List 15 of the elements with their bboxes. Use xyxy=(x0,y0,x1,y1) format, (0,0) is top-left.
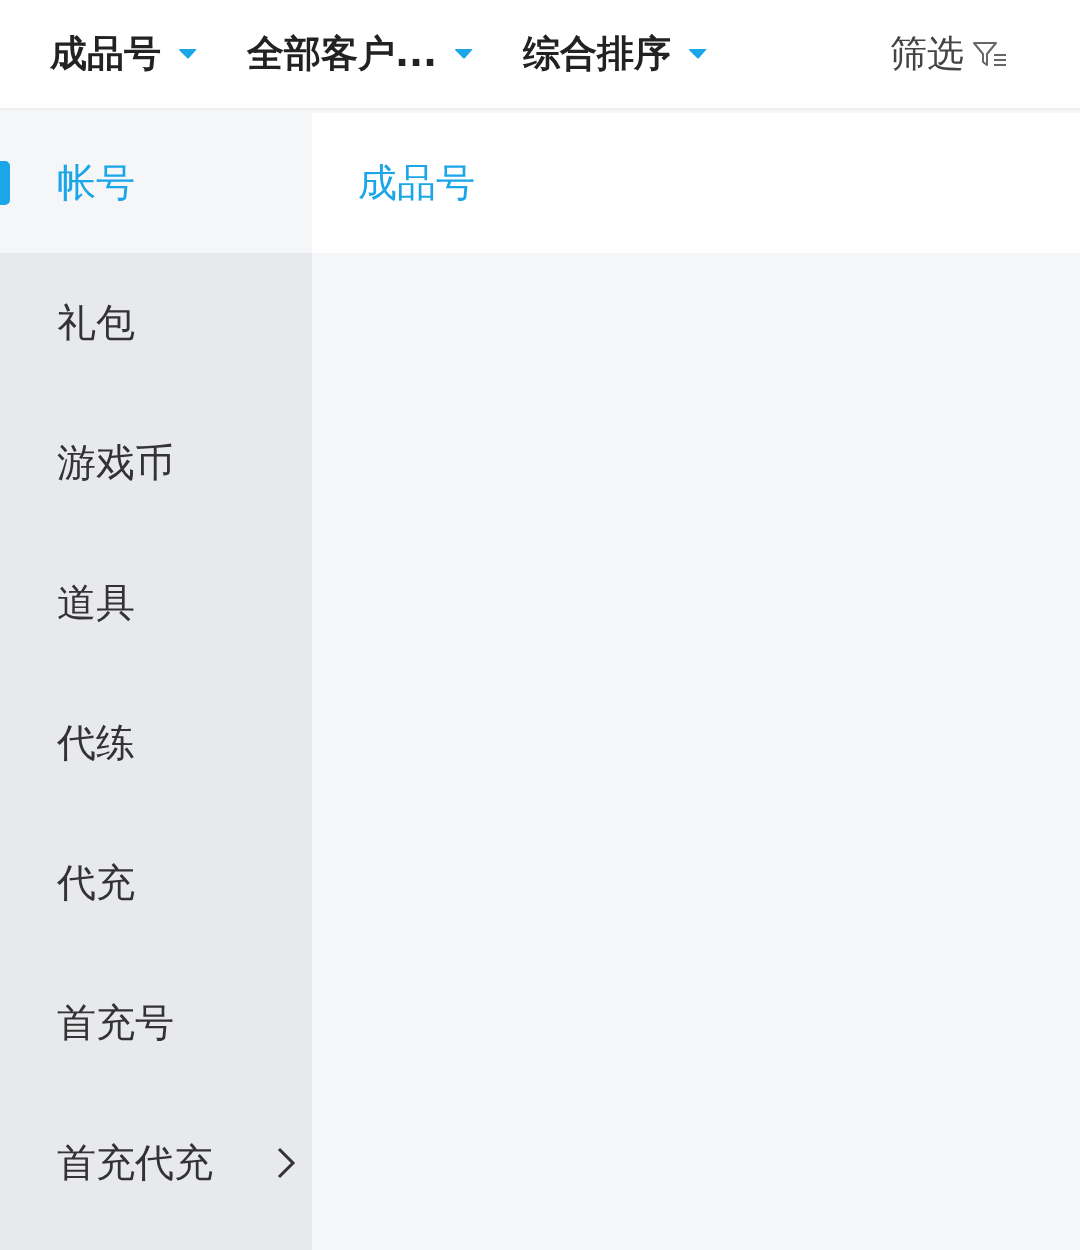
sidebar-item[interactable]: 代练 xyxy=(0,673,312,813)
dropdown-button[interactable]: 成品号 xyxy=(50,29,197,79)
filter-icon xyxy=(972,39,1008,69)
sidebar-item[interactable]: 代充 xyxy=(0,813,312,953)
dropdown-button[interactable]: 全部客户... xyxy=(247,29,474,79)
dropdown-button[interactable]: 综合排序 xyxy=(523,29,708,79)
sidebar-item[interactable]: 礼包 xyxy=(0,253,312,393)
sidebar-item[interactable]: 首充代充 xyxy=(0,1093,312,1233)
caret-icon xyxy=(689,49,708,59)
sidebar-item[interactable]: 游戏币 xyxy=(0,393,312,533)
sidebar-item[interactable]: 道具 xyxy=(0,533,312,673)
caret-icon xyxy=(179,49,197,59)
filter-button[interactable]: 筛选 xyxy=(890,29,1008,79)
sidebar-item[interactable]: 首充号 xyxy=(0,953,312,1093)
caret-icon xyxy=(455,49,474,59)
